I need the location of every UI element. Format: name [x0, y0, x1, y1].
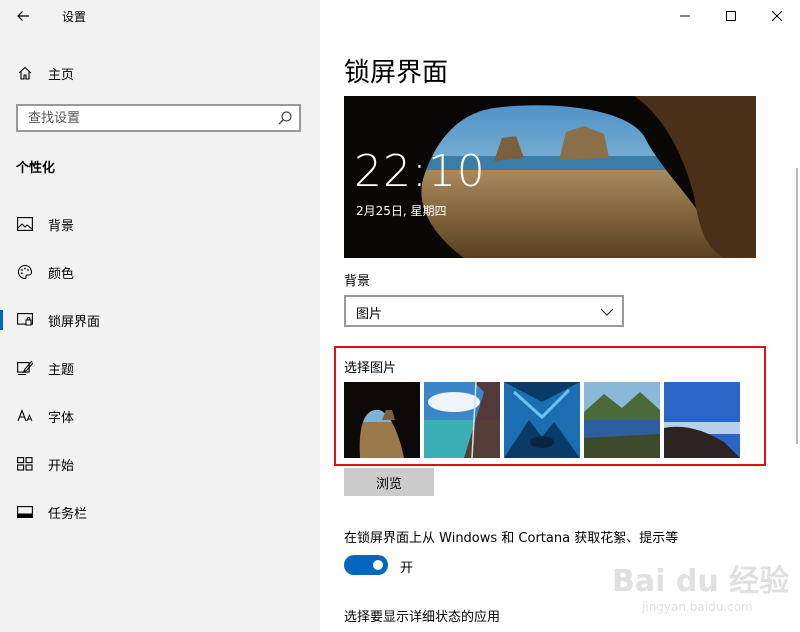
chevron-down-icon [600, 308, 614, 316]
sidebar-item-label: 颜色 [48, 266, 75, 282]
start-grid-icon [16, 455, 34, 473]
sidebar-item-start[interactable]: 开始 [0, 444, 320, 484]
sidebar-item-home[interactable]: 主页 [0, 58, 320, 88]
preview-time: 22:10 [354, 146, 486, 197]
thumbnail-1[interactable] [344, 382, 420, 458]
sidebar-item-lock-screen[interactable]: 锁屏界面 [0, 300, 320, 340]
active-indicator [0, 310, 3, 330]
font-icon [16, 407, 34, 425]
watermark-logo: Bai du 经验 [612, 564, 790, 599]
sidebar-item-fonts[interactable]: 字体 [0, 396, 320, 436]
background-label: 背景 [344, 274, 371, 289]
browse-button[interactable]: 浏览 [344, 468, 434, 496]
lock-screen-icon [16, 311, 34, 329]
lock-screen-preview: 22:10 2月25日, 星期四 [344, 96, 756, 258]
thumbnail-4[interactable] [584, 382, 660, 458]
minimize-icon [680, 15, 690, 17]
background-select[interactable]: 图片 [344, 295, 624, 327]
sidebar-item-colors[interactable]: 颜色 [0, 252, 320, 292]
minimize-button[interactable] [662, 0, 708, 32]
cortana-tips-label: 在锁屏界面上从 Windows 和 Cortana 获取花絮、提示等 [344, 531, 679, 546]
sidebar-item-label: 主题 [48, 362, 75, 378]
detail-status-label: 选择要显示详细状态的应用 [344, 610, 501, 625]
palette-icon [16, 263, 34, 281]
search-icon[interactable] [277, 110, 293, 126]
thumbnail-5[interactable] [664, 382, 740, 458]
thumbnail-3[interactable] [504, 382, 580, 458]
page-title: 锁屏界面 [344, 58, 449, 88]
cortana-tips-toggle[interactable] [344, 555, 388, 575]
main-content: 锁屏界面 22:10 2月25日, 星期四 背景 图片 选择图片 浏览 在锁屏界… [320, 0, 800, 632]
sidebar-item-label: 字体 [48, 410, 75, 426]
toggle-knob [373, 560, 383, 570]
choose-picture-label: 选择图片 [344, 361, 397, 376]
toggle-state-label: 开 [400, 561, 414, 576]
watermark-url: jingyan.baidu.com [642, 600, 753, 614]
watermark: Bai du 经验 jingyan.baidu.com [612, 556, 792, 620]
back-arrow-icon [17, 11, 29, 21]
sidebar-item-background[interactable]: 背景 [0, 204, 320, 244]
sidebar-item-label: 主页 [48, 67, 75, 83]
sidebar: 设置 主页 个性化 背景 颜色 锁屏界面 [0, 0, 320, 632]
theme-brush-icon [16, 359, 34, 377]
search-input[interactable] [18, 106, 278, 130]
maximize-icon [726, 11, 736, 21]
picture-icon [16, 215, 34, 233]
sidebar-item-label: 锁屏界面 [48, 314, 101, 330]
sidebar-item-taskbar[interactable]: 任务栏 [0, 492, 320, 532]
maximize-button[interactable] [708, 0, 754, 32]
close-icon [772, 11, 782, 21]
close-button[interactable] [754, 0, 800, 32]
home-icon [16, 64, 34, 82]
sidebar-item-label: 开始 [48, 458, 75, 474]
thumbnail-2[interactable] [424, 382, 500, 458]
back-button[interactable] [8, 2, 38, 30]
sidebar-item-label: 背景 [48, 218, 75, 234]
sidebar-item-themes[interactable]: 主题 [0, 348, 320, 388]
search-box[interactable] [16, 104, 301, 132]
scrollbar[interactable] [796, 168, 798, 444]
taskbar-icon [16, 503, 34, 521]
section-title: 个性化 [16, 161, 56, 176]
app-title: 设置 [62, 10, 87, 24]
preview-date: 2月25日, 星期四 [356, 204, 447, 218]
titlebar-left: 设置 [0, 0, 320, 32]
background-select-value: 图片 [356, 307, 383, 322]
sidebar-item-label: 任务栏 [48, 506, 88, 522]
